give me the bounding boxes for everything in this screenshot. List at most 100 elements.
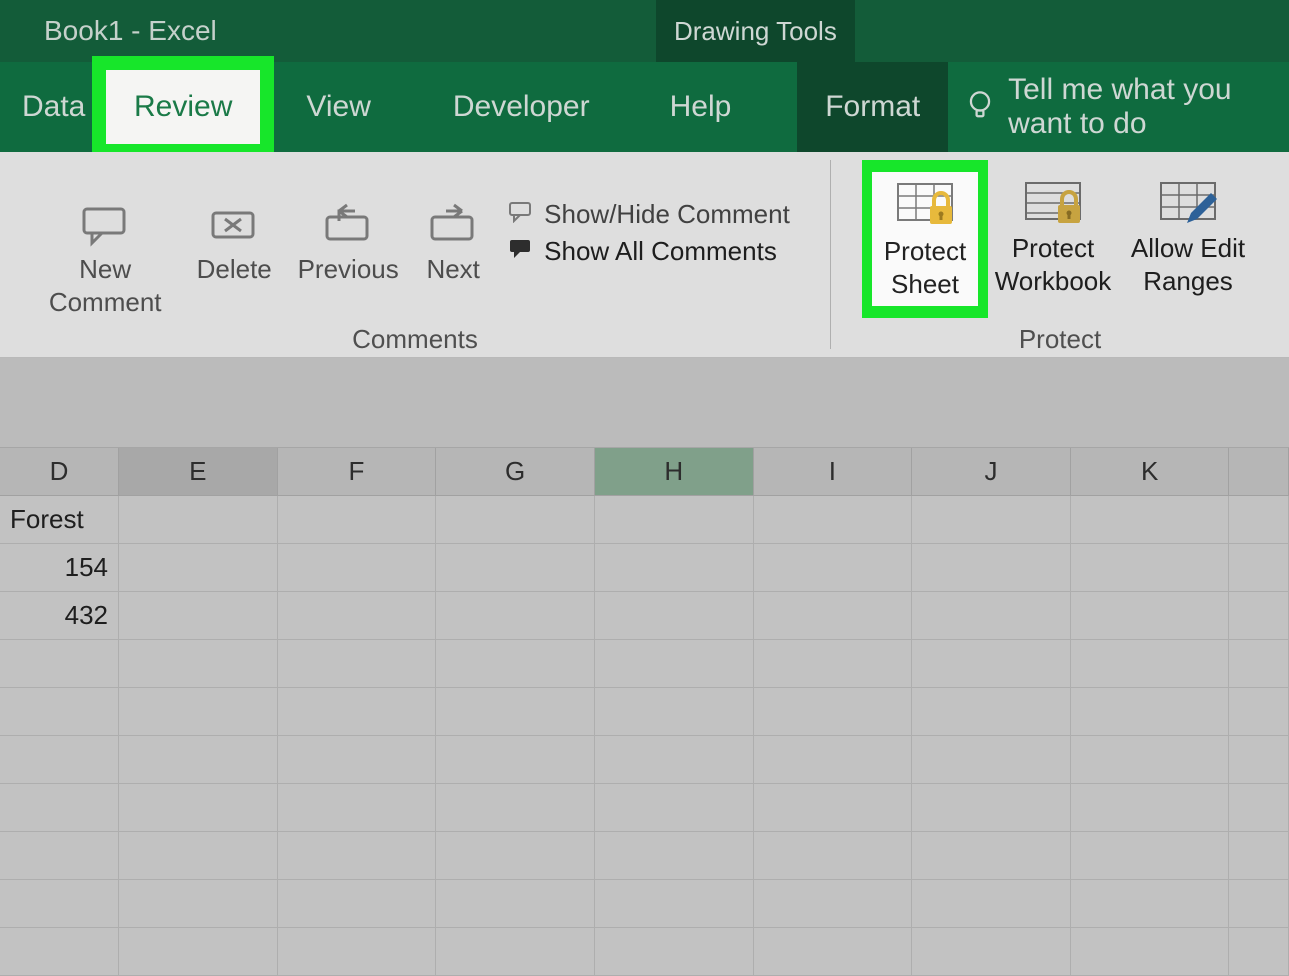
new-comment-button[interactable]: NewComment <box>30 187 180 318</box>
cell[interactable] <box>754 496 913 544</box>
show-all-comments-button[interactable]: Show All Comments <box>508 236 790 267</box>
cell[interactable] <box>1229 928 1289 976</box>
column-header-F[interactable]: F <box>278 448 437 496</box>
cell[interactable] <box>119 832 278 880</box>
cell[interactable] <box>595 784 754 832</box>
next-comment-button[interactable]: Next <box>408 187 498 286</box>
tab-view[interactable]: View <box>288 62 388 152</box>
cell[interactable] <box>278 688 437 736</box>
cell[interactable] <box>119 880 278 928</box>
cell[interactable] <box>278 592 437 640</box>
cell[interactable] <box>1229 688 1289 736</box>
cell[interactable] <box>595 736 754 784</box>
cell[interactable] <box>436 544 595 592</box>
column-header-I[interactable]: I <box>754 448 913 496</box>
cell[interactable] <box>278 544 437 592</box>
cell[interactable] <box>754 832 913 880</box>
cell[interactable] <box>1071 832 1230 880</box>
cell[interactable] <box>595 640 754 688</box>
cell[interactable] <box>1071 784 1230 832</box>
cell[interactable] <box>1229 544 1289 592</box>
cell[interactable] <box>1229 736 1289 784</box>
cell[interactable] <box>912 592 1071 640</box>
cell[interactable] <box>912 544 1071 592</box>
cell[interactable] <box>119 736 278 784</box>
cell[interactable] <box>912 784 1071 832</box>
cell[interactable] <box>436 688 595 736</box>
cell[interactable] <box>912 928 1071 976</box>
cell[interactable] <box>912 496 1071 544</box>
cell[interactable] <box>278 736 437 784</box>
cell[interactable] <box>1229 880 1289 928</box>
cell[interactable] <box>1071 640 1230 688</box>
cell[interactable] <box>1071 592 1230 640</box>
cell[interactable] <box>0 928 119 976</box>
cell[interactable] <box>1071 736 1230 784</box>
show-hide-comment-button[interactable]: Show/Hide Comment <box>508 199 790 230</box>
cell[interactable] <box>754 880 913 928</box>
cell[interactable] <box>278 832 437 880</box>
cell[interactable] <box>436 784 595 832</box>
cell[interactable] <box>754 928 913 976</box>
column-header-K[interactable]: K <box>1071 448 1230 496</box>
cell[interactable] <box>436 496 595 544</box>
cell[interactable]: Forest <box>0 496 119 544</box>
contextual-tab-drawing-tools[interactable]: Drawing Tools <box>656 0 855 62</box>
spreadsheet-grid[interactable]: D E F G H I J K Forest154432 <box>0 448 1289 976</box>
cell[interactable] <box>0 640 119 688</box>
cell[interactable] <box>1071 496 1230 544</box>
cell[interactable] <box>912 640 1071 688</box>
cell[interactable] <box>436 592 595 640</box>
cell[interactable] <box>595 544 754 592</box>
cell[interactable] <box>754 544 913 592</box>
cell[interactable] <box>595 928 754 976</box>
protect-workbook-button[interactable]: ProtectWorkbook <box>988 166 1118 297</box>
cell[interactable] <box>1229 784 1289 832</box>
cell[interactable] <box>1229 640 1289 688</box>
cell[interactable] <box>754 688 913 736</box>
tell-me-search[interactable]: Tell me what you want to do <box>966 73 1289 141</box>
cell[interactable] <box>119 496 278 544</box>
cell[interactable] <box>0 880 119 928</box>
cell[interactable] <box>1071 928 1230 976</box>
cell[interactable] <box>595 592 754 640</box>
cell[interactable] <box>0 736 119 784</box>
cell[interactable] <box>278 928 437 976</box>
cell[interactable] <box>0 688 119 736</box>
column-header-H[interactable]: H <box>595 448 754 496</box>
cell[interactable] <box>1229 832 1289 880</box>
column-header-edge[interactable] <box>1229 448 1289 496</box>
column-header-J[interactable]: J <box>912 448 1071 496</box>
cell[interactable] <box>595 832 754 880</box>
cell[interactable] <box>754 592 913 640</box>
cell[interactable] <box>278 640 437 688</box>
cell[interactable] <box>754 640 913 688</box>
cell[interactable] <box>278 880 437 928</box>
cell[interactable] <box>912 880 1071 928</box>
cell[interactable] <box>0 832 119 880</box>
cell[interactable] <box>912 736 1071 784</box>
cell[interactable] <box>1229 592 1289 640</box>
tab-help[interactable]: Help <box>652 62 750 152</box>
cell[interactable] <box>0 784 119 832</box>
cell[interactable] <box>119 688 278 736</box>
tab-format[interactable]: Format <box>797 62 948 152</box>
column-header-E[interactable]: E <box>119 448 278 496</box>
cell[interactable]: 432 <box>0 592 119 640</box>
cell[interactable] <box>119 592 278 640</box>
cell[interactable] <box>912 688 1071 736</box>
delete-comment-button[interactable]: Delete <box>180 187 288 286</box>
column-header-G[interactable]: G <box>436 448 595 496</box>
cell[interactable] <box>754 784 913 832</box>
cell[interactable] <box>1071 688 1230 736</box>
cell[interactable] <box>278 784 437 832</box>
cell[interactable] <box>278 496 437 544</box>
previous-comment-button[interactable]: Previous <box>288 187 408 286</box>
cell[interactable] <box>754 736 913 784</box>
protect-sheet-button[interactable]: ProtectSheet <box>872 172 978 306</box>
cell[interactable] <box>595 688 754 736</box>
cell[interactable] <box>436 832 595 880</box>
cell[interactable] <box>595 880 754 928</box>
tab-developer[interactable]: Developer <box>435 62 608 152</box>
cell[interactable] <box>1071 880 1230 928</box>
